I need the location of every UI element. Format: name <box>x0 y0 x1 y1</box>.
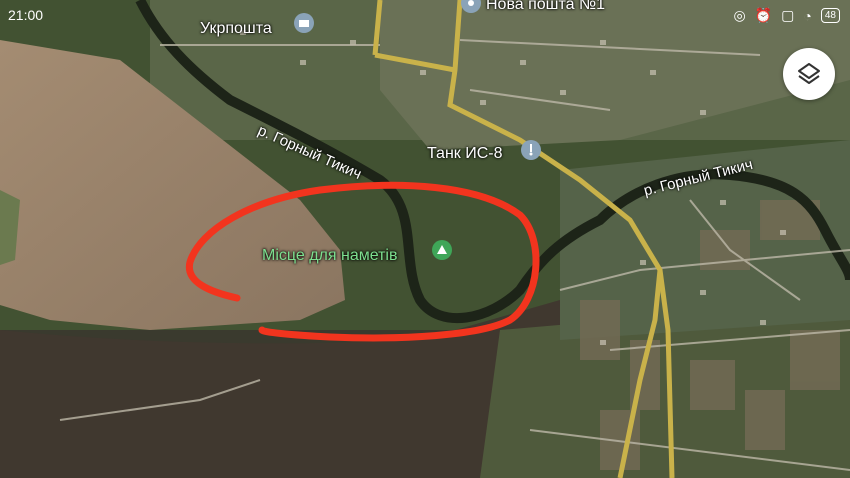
hotspot-icon: ◎ <box>733 7 746 23</box>
place-label-ukrposhta[interactable]: Укрпошта <box>200 20 272 38</box>
alarm-icon: ⏰ <box>754 7 773 23</box>
wifi-icon: ◔ <box>803 7 812 24</box>
no-sim-icon: ▢ <box>781 7 795 23</box>
satellite-map[interactable] <box>0 0 850 478</box>
status-time: 21:00 <box>8 7 44 23</box>
layers-button[interactable] <box>783 48 835 100</box>
place-label-campsite[interactable]: Місце для наметів <box>262 247 397 265</box>
place-label-tank[interactable]: Танк ИС-8 <box>427 145 503 163</box>
status-bar: 21:00 ◎ ⏰ ▢ ◔ 48 <box>0 0 850 30</box>
battery-icon: 48 <box>820 8 840 23</box>
layers-icon <box>798 63 820 84</box>
status-icons: ◎ ⏰ ▢ ◔ 48 <box>734 7 840 24</box>
place-label-nova-poshta[interactable]: Нова пошта №1 <box>486 0 605 14</box>
